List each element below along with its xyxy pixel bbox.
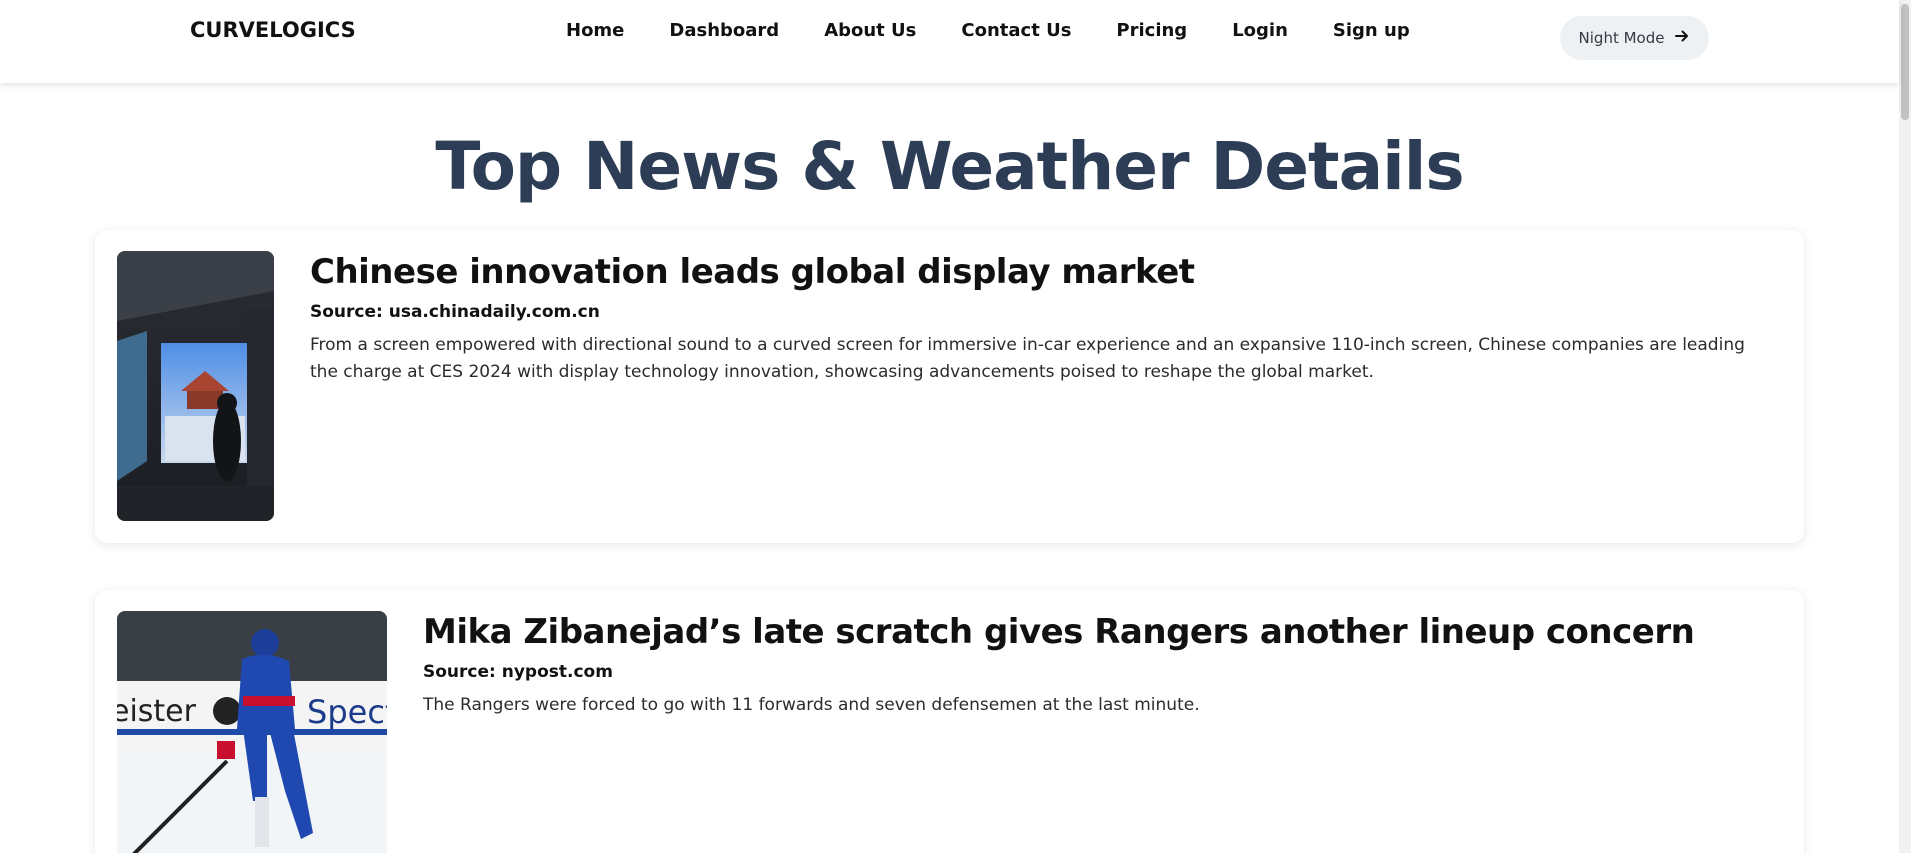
nav-link-pricing[interactable]: Pricing [1116, 20, 1187, 41]
news-description: The Rangers were forced to go with 11 fo… [423, 695, 1200, 715]
nav-link-sign-up[interactable]: Sign up [1333, 20, 1410, 41]
news-thumbnail-image[interactable]: eister Spectr [117, 611, 387, 853]
top-navbar: CURVELOGICS Home Dashboard About Us Cont… [0, 0, 1899, 83]
news-card-body: Chinese innovation leads global display … [310, 250, 1774, 386]
page-title: Top News & Weather Details [435, 128, 1464, 205]
nav-links: Home Dashboard About Us Contact Us Prici… [566, 20, 1455, 41]
nav-link-about-us[interactable]: About Us [824, 20, 916, 41]
arrow-right-icon [1674, 28, 1690, 48]
news-thumbnail-image[interactable] [117, 251, 274, 521]
night-mode-button[interactable]: Night Mode [1560, 16, 1709, 60]
nav-link-contact-us[interactable]: Contact Us [961, 20, 1071, 41]
svg-text:Spectr: Spectr [307, 693, 387, 731]
night-mode-label: Night Mode [1578, 29, 1665, 47]
news-source: Source: nypost.com [423, 662, 613, 682]
page-scrollbar[interactable] [1899, 0, 1911, 853]
brand-logo[interactable]: CURVELOGICS [190, 18, 356, 42]
news-card-body: Mika Zibanejad’s late scratch gives Rang… [423, 610, 1774, 719]
news-card[interactable]: eister Spectr Mika Zibanejad’s late scra… [95, 590, 1804, 853]
news-title[interactable]: Chinese innovation leads global display … [310, 250, 1774, 294]
nav-link-home[interactable]: Home [566, 20, 624, 41]
news-title[interactable]: Mika Zibanejad’s late scratch gives Rang… [423, 610, 1774, 654]
nav-link-dashboard[interactable]: Dashboard [669, 20, 779, 41]
nav-link-login[interactable]: Login [1232, 20, 1288, 41]
svg-text:eister: eister [117, 694, 197, 729]
news-description: From a screen empowered with directional… [310, 335, 1745, 382]
scrollbar-thumb[interactable] [1901, 4, 1909, 120]
news-card[interactable]: Chinese innovation leads global display … [95, 230, 1804, 543]
news-source: Source: usa.chinadaily.com.cn [310, 302, 600, 322]
